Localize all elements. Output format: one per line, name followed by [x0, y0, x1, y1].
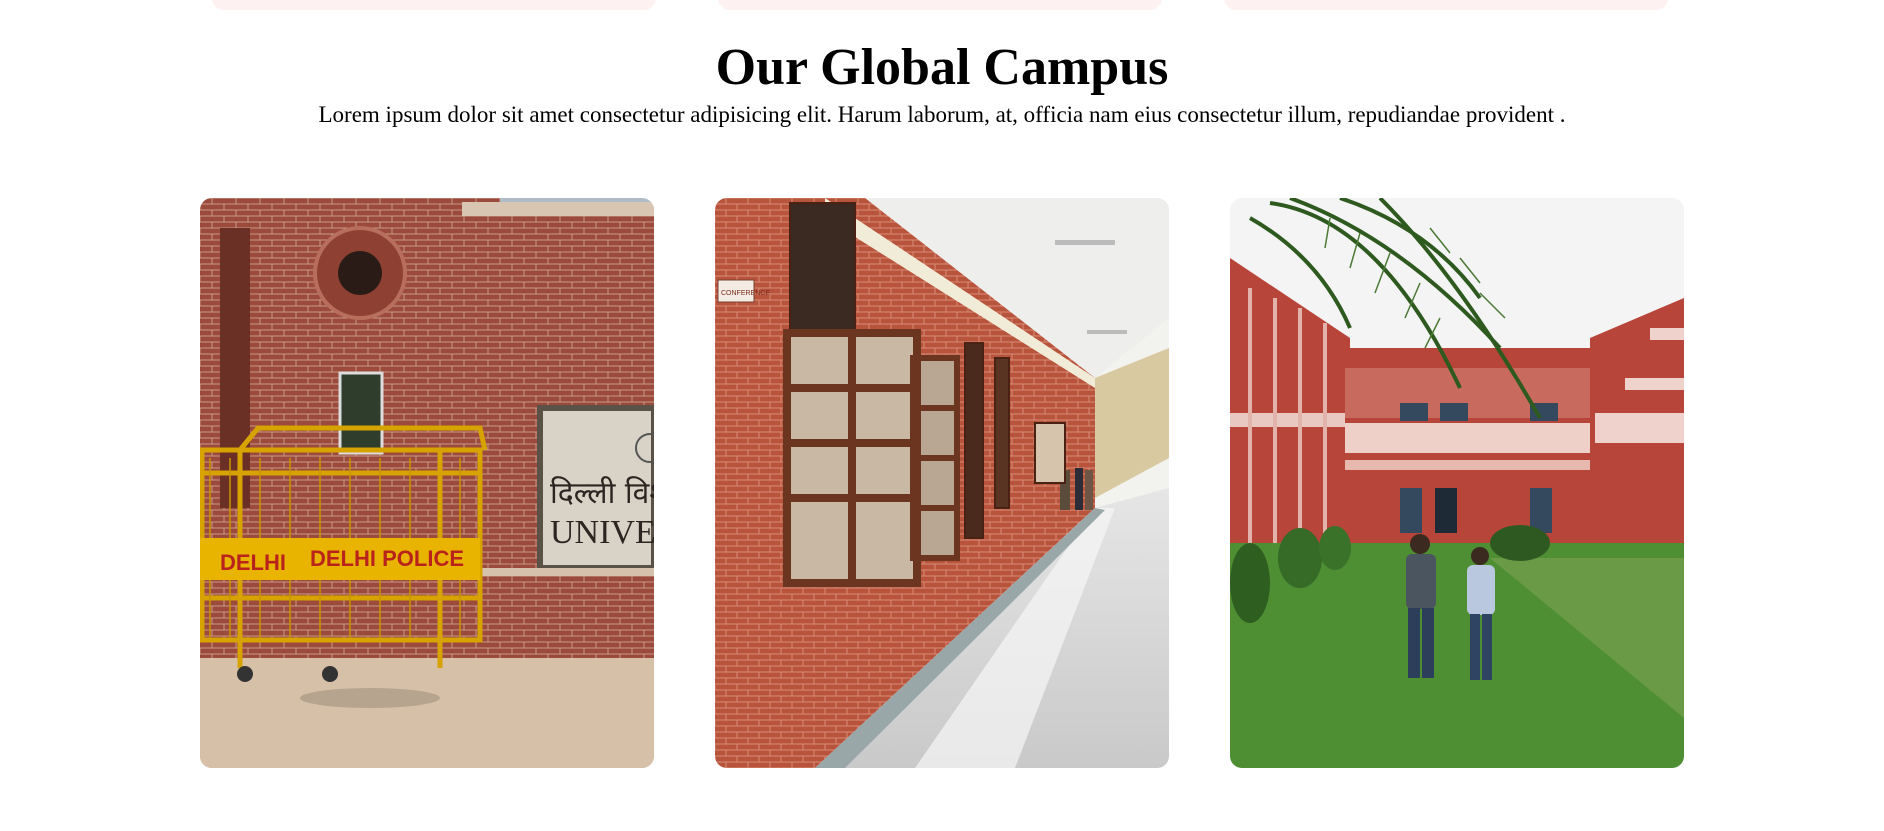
top-card: [1224, 0, 1668, 10]
sign-hindi-text: दिल्ली विश: [550, 476, 654, 511]
barricade-text-right: DELHI POLICE: [310, 546, 464, 571]
sign-english-text: UNIVERSIT: [550, 514, 654, 551]
section-title: Our Global Campus: [715, 39, 1169, 96]
section-description: Lorem ipsum dolor sit amet consectetur a…: [318, 102, 1566, 127]
top-cards-row: [0, 0, 1884, 12]
barricade-text-left: DELHI: [220, 550, 286, 575]
campus-gate-image: दिल्ली विश UNIVERSIT DELHI DELHI POLICE: [200, 198, 654, 768]
door-label-text: CONFERENCE: [721, 290, 770, 297]
section-header: Our Global Campus Lorem ipsum dolor sit …: [0, 36, 1884, 130]
campus-courtyard-image: [1230, 198, 1684, 768]
campus-corridor-image: CONFERENCE: [715, 198, 1169, 768]
campus-gallery: दिल्ली विश UNIVERSIT DELHI DELHI POLICE: [200, 198, 1684, 768]
campus-courtyard-photo[interactable]: [1230, 198, 1684, 768]
top-card: [718, 0, 1162, 10]
top-card: [212, 0, 656, 10]
campus-gate-photo[interactable]: दिल्ली विश UNIVERSIT DELHI DELHI POLICE: [200, 198, 654, 768]
campus-corridor-photo[interactable]: CONFERENCE: [715, 198, 1169, 768]
